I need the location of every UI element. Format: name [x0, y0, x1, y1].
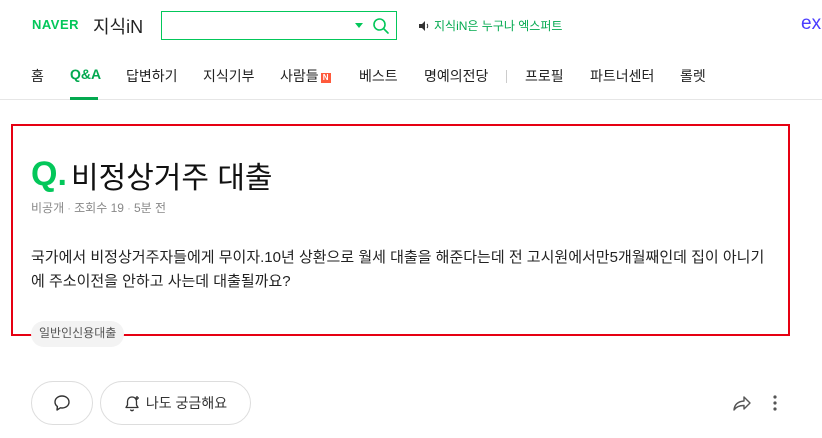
curious-button[interactable]: 나도 궁금해요: [100, 381, 251, 425]
active-tab-indicator: [70, 97, 98, 100]
nav-item-roulette[interactable]: 롤렛: [680, 66, 706, 86]
nav-item-best[interactable]: 베스트: [359, 66, 398, 86]
nav-item-people[interactable]: 사람들 N: [280, 66, 331, 86]
search-icon[interactable]: [371, 16, 391, 36]
question-time: 5분 전: [133, 201, 167, 215]
nav-item-hall-of-fame[interactable]: 명예의전당: [424, 66, 488, 86]
expert-logo[interactable]: ex: [801, 13, 821, 35]
main-nav: 홈 Q&A 답변하기 지식기부 사람들 N 베스트 명예의전당 프로필 파트너센터…: [0, 50, 822, 100]
header: NAVER 지식iN 지식iN은 누구나 엑스퍼트 ex: [0, 0, 822, 50]
comment-button[interactable]: [31, 381, 93, 425]
nav-item-profile[interactable]: 프로필: [525, 66, 564, 86]
question-tag[interactable]: 일반인신용대출: [31, 321, 125, 347]
question-author: 비공개: [31, 201, 65, 215]
nav-item-qna[interactable]: Q&A: [70, 66, 101, 82]
question-meta: 비공개 · 조회수 19 · 5분 전: [31, 199, 166, 216]
search-box: [161, 11, 397, 40]
bell-plus-icon: [125, 395, 139, 411]
new-badge: N: [320, 73, 331, 83]
jisikin-logo[interactable]: 지식iN: [93, 13, 143, 39]
nav-item-partner-center[interactable]: 파트너센터: [590, 66, 654, 86]
search-dropdown-caret-icon[interactable]: [355, 23, 363, 28]
meta-separator: ·: [67, 201, 72, 215]
curious-label: 나도 궁금해요: [145, 395, 228, 411]
nav-item-home[interactable]: 홈: [31, 66, 44, 86]
question-mark-label: Q.: [31, 155, 67, 193]
nav-item-people-label: 사람들: [280, 68, 319, 84]
speaker-icon: [419, 20, 429, 31]
notice-link[interactable]: 지식iN은 누구나 엑스퍼트: [418, 17, 562, 34]
question-body: 국가에서 비정상거주자들에게 무이자.10년 상환으로 월세 대출을 해준다는데…: [31, 249, 765, 290]
meta-separator: ·: [126, 201, 131, 215]
nav-item-answer[interactable]: 답변하기: [126, 66, 178, 86]
notice-text: 지식iN은 누구나 엑스퍼트: [434, 19, 563, 33]
nav-divider: [506, 70, 507, 83]
comment-icon: [54, 395, 70, 411]
more-options-icon[interactable]: [770, 394, 780, 412]
nav-item-donate[interactable]: 지식기부: [203, 66, 255, 86]
share-icon[interactable]: [732, 394, 752, 412]
search-input[interactable]: [168, 16, 348, 34]
naver-logo[interactable]: NAVER: [32, 17, 79, 32]
question-title: 비정상거주 대출: [71, 162, 273, 195]
question-views: 조회수 19: [74, 201, 124, 215]
